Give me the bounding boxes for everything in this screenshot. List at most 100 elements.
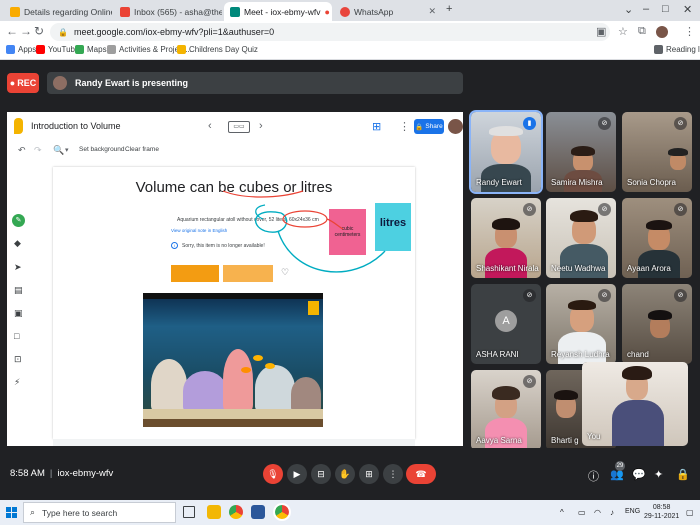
profile-avatar[interactable]: [656, 26, 668, 38]
host-controls-icon[interactable]: 🔒: [676, 468, 690, 481]
select-cursor-icon[interactable]: ➤: [14, 262, 22, 273]
cubic-centimeters-note[interactable]: cubic centimeters: [329, 209, 366, 255]
view-original-link[interactable]: View original note in English: [171, 228, 227, 233]
leave-call-button[interactable]: ☎: [406, 464, 436, 484]
set-background-button[interactable]: Set background: [79, 146, 125, 153]
fish: [265, 363, 275, 369]
participant-tile[interactable]: ⊘ Samira Mishra: [546, 112, 616, 192]
forward-arrow-icon[interactable]: →: [20, 24, 32, 38]
aquarium-image[interactable]: [143, 293, 323, 427]
browser-menu-icon[interactable]: ⋮: [684, 25, 695, 38]
mic-off-button[interactable]: 🎙: [263, 464, 283, 484]
captions-button[interactable]: ⊟: [311, 464, 331, 484]
camera-in-use-icon[interactable]: ▣: [596, 25, 606, 38]
file-explorer-icon[interactable]: [207, 505, 221, 519]
chrome-icon[interactable]: [229, 505, 243, 519]
redo-icon[interactable]: ↷: [34, 145, 42, 156]
share-button[interactable]: 🔒 Share: [414, 119, 444, 134]
participant-tile[interactable]: A ⊘ ASHA RANI: [471, 284, 541, 364]
participant-tile[interactable]: ⊘ Shashikant Nirala: [471, 198, 541, 278]
participant-tile[interactable]: ⊘ Sonia Chopra: [622, 112, 692, 192]
drawing-toolbar: ✎ ◆ ➤ ▤ ▣ □ ⊡ ⚡: [7, 212, 31, 392]
text-box-icon[interactable]: ⊡: [14, 354, 22, 365]
windows-start-icon[interactable]: [6, 507, 17, 518]
word-icon[interactable]: [251, 505, 265, 519]
bookmark-apps[interactable]: Apps: [6, 45, 36, 54]
battery-icon[interactable]: ▭: [578, 508, 586, 517]
chrome-profile-icon[interactable]: [273, 503, 291, 521]
participant-tile[interactable]: ⊘ Ayaan Arora: [622, 198, 692, 278]
participant-tile[interactable]: ⊘ Aavya Sarna: [471, 370, 541, 450]
new-tab-icon[interactable]: +: [446, 3, 452, 15]
next-frame-icon[interactable]: ›: [259, 120, 263, 132]
reading-list[interactable]: Reading list: [654, 45, 700, 54]
jamboard-logo-icon: [14, 118, 23, 134]
language-indicator[interactable]: ENG: [625, 508, 640, 515]
buy-now-button[interactable]: [171, 265, 219, 282]
sticky-note-icon[interactable]: ▤: [14, 285, 23, 296]
activities-icon[interactable]: ✦: [654, 468, 663, 481]
participant-tile[interactable]: ⊘ Neetu Wadhwa: [546, 198, 616, 278]
bookmark-star-icon[interactable]: ☆: [618, 25, 628, 38]
eraser-icon[interactable]: ◆: [14, 238, 21, 249]
frame-bar-icon[interactable]: ▭▭: [228, 121, 250, 133]
close-icon[interactable]: ✕: [424, 6, 436, 17]
minimize-icon[interactable]: –: [643, 3, 649, 15]
bookmark-childrens-day-quiz[interactable]: Childrens Day Quiz: [177, 45, 258, 54]
slide-canvas[interactable]: Volume can be cubes or litres Aquarium r…: [53, 167, 415, 439]
raise-hand-button[interactable]: ✋: [335, 464, 355, 484]
clear-frame-button[interactable]: Clear frame: [125, 146, 159, 153]
bookmark-maps[interactable]: Maps: [75, 45, 107, 54]
add-to-cart-button[interactable]: [223, 265, 273, 282]
close-icon[interactable]: ✕: [330, 6, 332, 17]
meeting-info-icon[interactable]: ⓘ: [588, 468, 599, 484]
tab-search-icon[interactable]: ⌄: [624, 3, 633, 16]
taskbar-clock[interactable]: 08:58 29-11-2021: [644, 503, 679, 521]
lock-icon: 🔒: [415, 123, 424, 131]
undo-icon[interactable]: ↶: [18, 145, 26, 156]
presenter-profile-avatar[interactable]: [448, 119, 463, 134]
mic-off-icon: ⊘: [674, 289, 687, 302]
image-icon[interactable]: ▣: [14, 308, 23, 319]
maximize-icon[interactable]: □: [662, 3, 669, 15]
extensions-icon[interactable]: ⧉: [638, 25, 646, 38]
back-arrow-icon[interactable]: ←: [6, 24, 18, 38]
notifications-icon[interactable]: ▢: [686, 508, 694, 517]
self-view-tile[interactable]: You: [582, 362, 688, 446]
volume-icon[interactable]: ♪: [610, 508, 614, 517]
address-bar[interactable]: 🔒 meet.google.com/iox-ebmy-wfv?pli=1&aut…: [50, 23, 610, 41]
participant-tile[interactable]: ⊘ Reyansh Ludhra: [546, 284, 616, 364]
more-options-button[interactable]: ⋮: [383, 464, 403, 484]
prev-frame-icon[interactable]: ‹: [208, 120, 212, 132]
mic-off-icon: ⊘: [598, 117, 611, 130]
litres-note[interactable]: litres: [375, 203, 411, 251]
bookmark-youtube[interactable]: YouTube: [36, 45, 79, 54]
zoom-dropdown-icon[interactable]: ▾: [65, 146, 69, 154]
reload-icon[interactable]: ↻: [34, 24, 44, 38]
participant-tile[interactable]: ▮ Randy Ewart: [469, 110, 543, 194]
tab-inbox[interactable]: Inbox (565) - asha@theindiansc ✕: [114, 2, 222, 21]
shape-icon[interactable]: □: [14, 331, 19, 341]
camera-button[interactable]: ▶: [287, 464, 307, 484]
mic-off-icon: ⊘: [598, 289, 611, 302]
cast-icon[interactable]: ⊞: [372, 120, 381, 133]
tab-details-online-session[interactable]: Details regarding Online Session ✕: [4, 2, 112, 21]
close-window-icon[interactable]: ✕: [683, 3, 692, 16]
participant-tile[interactable]: ⊘ chand: [622, 284, 692, 364]
pen-tool-icon[interactable]: ✎: [12, 214, 25, 227]
zoom-icon[interactable]: 🔍: [53, 145, 64, 156]
taskbar-time: 08:58: [652, 504, 671, 511]
heart-icon[interactable]: ♡: [281, 267, 289, 278]
chat-icon[interactable]: 💬: [632, 468, 646, 481]
wifi-icon[interactable]: ◠: [594, 508, 601, 517]
taskbar-search-box[interactable]: ⌕ Type here to search: [23, 502, 176, 523]
more-options-icon[interactable]: ⋮: [399, 120, 410, 133]
tab-whatsapp[interactable]: WhatsApp ✕: [334, 2, 442, 21]
crown-badge-icon: [308, 301, 319, 315]
document-title[interactable]: Introduction to Volume: [31, 121, 121, 131]
present-now-button[interactable]: ⊞: [359, 464, 379, 484]
task-view-icon[interactable]: [183, 506, 195, 518]
show-hidden-icons[interactable]: ^: [560, 508, 564, 517]
laser-icon[interactable]: ⚡: [14, 377, 20, 388]
tab-meet[interactable]: Meet - iox-ebmy-wfv ● ✕: [224, 2, 332, 21]
